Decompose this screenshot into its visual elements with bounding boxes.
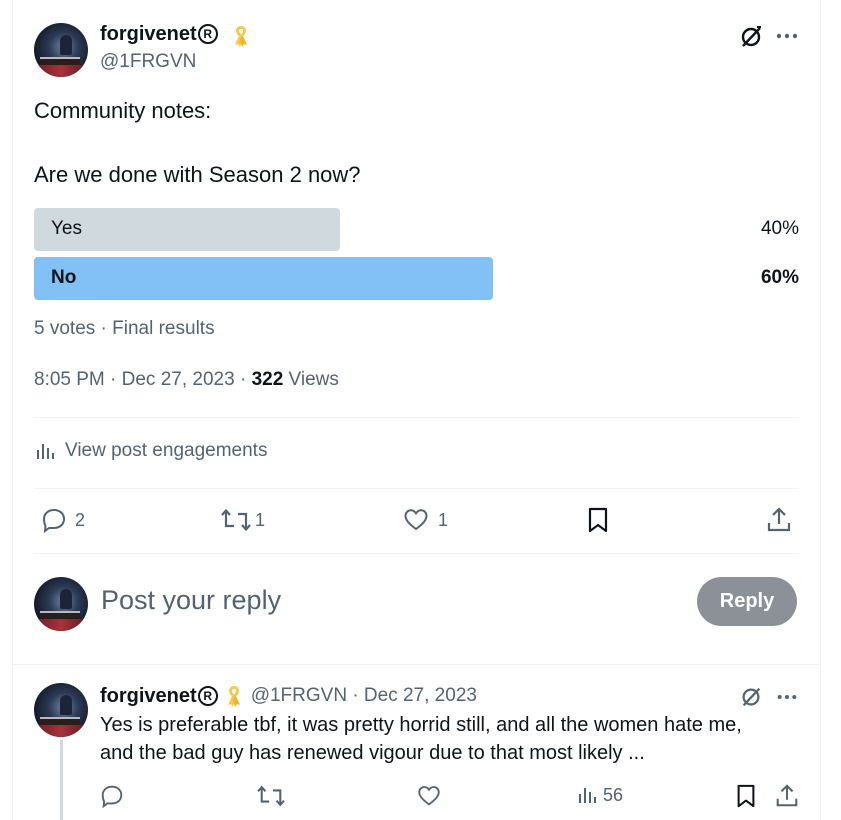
section-divider xyxy=(12,664,821,665)
like-icon xyxy=(404,509,428,531)
ribbon-icon xyxy=(235,26,247,47)
divider xyxy=(34,417,799,418)
author-name-group[interactable]: forgivenet R xyxy=(100,23,218,46)
reply-count: 2 xyxy=(75,509,86,530)
post-meta: 8:05 PM · Dec 27, 2023 · 322 Views xyxy=(34,369,339,391)
views-action[interactable]: 56 xyxy=(576,784,623,806)
reply-author-name[interactable]: forgivenet xyxy=(100,685,197,708)
reply-registered-mark: R xyxy=(197,686,218,706)
registered-mark: R xyxy=(197,24,218,44)
bookmark-icon[interactable] xyxy=(585,506,611,534)
grok-icon[interactable] xyxy=(738,24,764,50)
bookmark-icon[interactable] xyxy=(734,783,758,809)
grok-icon[interactable] xyxy=(739,685,763,709)
reply-icon xyxy=(42,508,66,534)
more-icon[interactable] xyxy=(775,30,799,42)
like-icon[interactable] xyxy=(416,783,442,809)
like-action[interactable]: 1 xyxy=(402,506,448,534)
thread-line xyxy=(60,740,63,820)
like-count: 1 xyxy=(438,509,449,530)
reply-author-avatar[interactable] xyxy=(34,683,88,737)
poll-bar-no xyxy=(34,257,493,300)
share-icon[interactable] xyxy=(765,506,793,534)
reply-button[interactable]: Reply xyxy=(697,577,797,626)
poll-percent-no: 60% xyxy=(760,267,799,288)
views-label: Views xyxy=(283,369,339,390)
repost-icon xyxy=(221,508,251,532)
post-question: Are we done with Season 2 now? xyxy=(34,162,361,187)
repost-icon[interactable] xyxy=(256,783,286,809)
author-name[interactable]: forgivenet xyxy=(100,23,197,45)
views-icon xyxy=(579,788,596,803)
ribbon-icon xyxy=(227,686,240,707)
analytics-icon xyxy=(37,444,54,459)
reply-text-line1: Yes is preferable tbf, it was pretty hor… xyxy=(100,714,742,736)
reply-icon[interactable] xyxy=(99,783,125,809)
more-icon[interactable] xyxy=(776,691,798,703)
divider xyxy=(34,553,799,554)
reply-header: forgivenet R @1FRGVN · Dec 27, 2023 xyxy=(100,684,477,708)
view-engagements-label[interactable]: View post engagements xyxy=(65,440,267,462)
post-text-line1: Community notes: xyxy=(34,98,212,123)
reply-handle-date[interactable]: @1FRGVN · Dec 27, 2023 xyxy=(251,685,477,707)
repost-count: 1 xyxy=(255,509,266,530)
reply-action[interactable]: 2 xyxy=(40,506,85,534)
author-handle[interactable]: @1FRGVN xyxy=(100,51,196,73)
poll-percent-yes: 40% xyxy=(760,218,799,239)
author-avatar[interactable] xyxy=(34,23,88,77)
share-icon[interactable] xyxy=(774,783,800,809)
divider xyxy=(34,488,799,489)
poll-option-no: No xyxy=(51,267,77,288)
views-count: 322 xyxy=(251,369,284,390)
repost-action[interactable]: 1 xyxy=(220,506,265,534)
poll-summary: 5 votes · Final results xyxy=(34,318,215,339)
post-timestamp[interactable]: 8:05 PM · Dec 27, 2023 · xyxy=(34,369,252,390)
poll-option-yes: Yes xyxy=(51,218,82,239)
view-engagements-link[interactable]: View post engagements xyxy=(34,440,267,462)
reply-input[interactable]: Post your reply xyxy=(101,585,281,616)
composer-avatar[interactable] xyxy=(34,577,88,631)
views-count-reply: 56 xyxy=(603,784,624,805)
reply-text-line2: and the bad guy has renewed vigour due t… xyxy=(100,742,645,764)
